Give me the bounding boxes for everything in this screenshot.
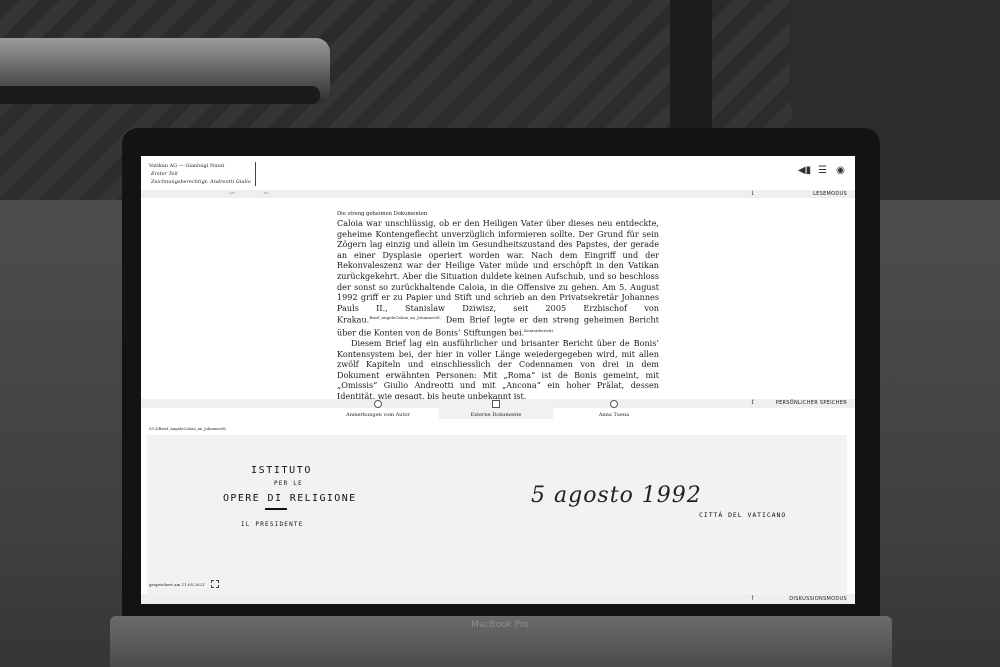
app-screen: Vatikan AG — Gianluigi Nuzzi Erster Teil… <box>141 156 855 604</box>
discussion-mode-bar[interactable]: ↑ DISKUSSIONSMODUS <box>141 594 855 604</box>
paragraph-1: Caloia war unschlüssig, ob er den Heilig… <box>337 218 659 338</box>
eye-icon[interactable]: ◉ <box>834 164 847 177</box>
desk-lamp-head <box>0 86 320 104</box>
document-scan[interactable]: ISTITUTO PER LE OPERE DI RELIGIONE IL PR… <box>147 435 847 597</box>
chapter-subtitle[interactable]: Zeichnungsberechtigt: Andreotti Giulio <box>149 178 251 186</box>
arrow-down-icon[interactable]: ↓ <box>750 190 755 198</box>
tab-anna-tuena[interactable]: Anna Tuena <box>557 399 671 419</box>
document-icon <box>492 400 500 408</box>
paragraph-2: Diesem Brief lag ein ausführlicher und b… <box>337 337 659 401</box>
section-kicker: Die streng geheimen Dokumenten <box>337 211 428 217</box>
radio-icon <box>610 400 618 408</box>
arrow-up-icon[interactable]: ↑ <box>750 595 755 603</box>
list-icon[interactable]: ☰ <box>816 164 829 177</box>
letterhead-line: ISTITUTO <box>251 465 312 476</box>
reading-mode-label[interactable]: LESEMODUS <box>813 190 847 198</box>
arrow-updown-icon[interactable]: ↕ <box>750 399 755 407</box>
footnote-link[interactable]: Brief_AngeloCaloia_an_Johannes0I. <box>369 315 441 320</box>
photo-scene: MacBook Pro Vatikan AG — Gianluigi Nuzzi… <box>0 0 1000 667</box>
letterhead-line: OPERE DI RELIGIONE <box>223 493 357 504</box>
handwritten-date: 5 agosto 1992 <box>531 483 702 508</box>
city-stamp: CITTÀ DEL VATICANO <box>699 511 787 519</box>
discussion-mode-label[interactable]: DISKUSSIONSMODUS <box>789 595 847 603</box>
letterhead-line: IL PRESIDENTE <box>241 521 304 528</box>
reading-pane: Die streng geheimen Dokumenten Caloia wa… <box>337 211 659 401</box>
annotation-tabs: Anmerkungen vom Autor Externe Dokumente … <box>321 399 671 419</box>
toolbar: ◀▮ ☰ ◉ <box>798 164 847 177</box>
page-ruler[interactable]: 125 101 <box>229 191 269 195</box>
laptop-brand: MacBook Pro <box>471 620 529 630</box>
book-info: Vatikan AG — Gianluigi Nuzzi Erster Teil… <box>149 162 256 186</box>
tab-external-documents[interactable]: Externe Dokumente <box>439 399 553 419</box>
author-line: Vatikan AG — Gianluigi Nuzzi <box>149 163 225 169</box>
reading-mode-bar[interactable]: 125 101 ↓ LESEMODUS <box>141 190 855 198</box>
footnote-link[interactable]: Kontenbericht <box>524 328 553 333</box>
expand-icon[interactable] <box>211 580 219 588</box>
saved-date: gespeichert am 11.05.2021 <box>149 582 205 587</box>
personal-memory-label[interactable]: PERSÖNLICHER SPEICHER <box>776 399 847 407</box>
document-caption: 03.3/Brief_AngeloCaloia_an_Johannes0I. <box>149 426 227 431</box>
part-title[interactable]: Erster Teil <box>149 170 251 178</box>
app-header: Vatikan AG — Gianluigi Nuzzi Erster Teil… <box>141 156 855 190</box>
tab-author-notes[interactable]: Anmerkungen vom Autor <box>321 399 435 419</box>
letterhead-rule <box>265 508 287 510</box>
radio-icon <box>374 400 382 408</box>
back-icon[interactable]: ◀▮ <box>798 164 811 177</box>
letterhead-line: PER LE <box>274 480 303 487</box>
